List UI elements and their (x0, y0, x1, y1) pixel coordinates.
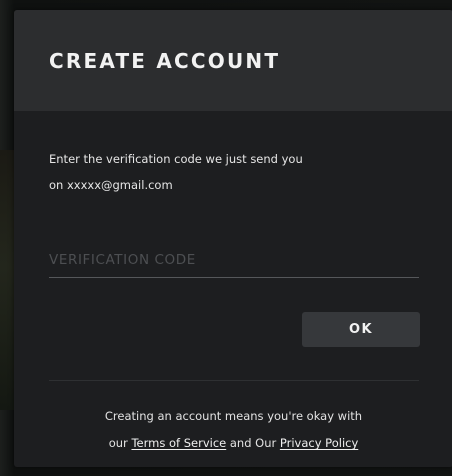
create-account-dialog: CREATE ACCOUNT Enter the verification co… (14, 10, 452, 467)
terms-notice: Creating an account means you're okay wi… (14, 403, 452, 457)
terms-middle: and Our (229, 436, 277, 450)
verification-instruction: Enter the verification code we just send… (49, 146, 429, 198)
verification-code-input[interactable] (49, 246, 419, 278)
ok-button[interactable]: OK (302, 312, 420, 347)
backdrop-edge (0, 150, 14, 410)
instruction-line-1: Enter the verification code we just send… (49, 152, 303, 166)
dialog-title: CREATE ACCOUNT (49, 49, 281, 73)
instruction-email-line: on xxxxx@gmail.com (49, 178, 173, 192)
dialog-header: CREATE ACCOUNT (14, 10, 452, 111)
terms-line-1: Creating an account means you're okay wi… (104, 409, 363, 423)
divider (49, 380, 419, 381)
terms-prefix: our (108, 436, 128, 450)
terms-of-service-link[interactable]: Terms of Service (131, 436, 226, 450)
privacy-policy-link[interactable]: Privacy Policy (280, 436, 358, 450)
terms-line-2: our Terms of Service and Our Privacy Pol… (14, 430, 452, 457)
